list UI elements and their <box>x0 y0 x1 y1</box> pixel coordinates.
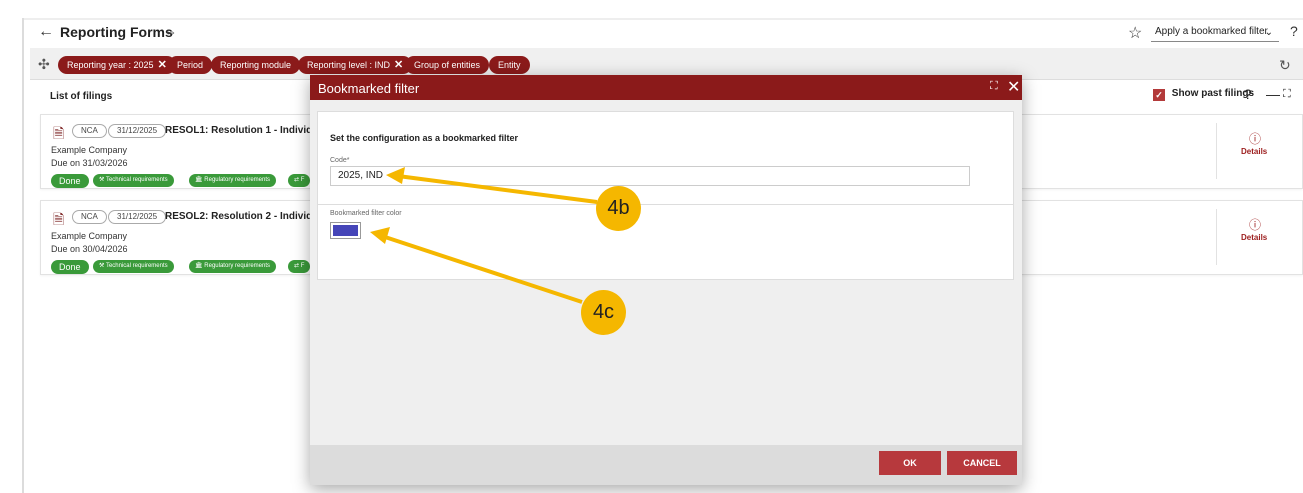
arrowhead-icon <box>370 227 390 244</box>
annotation-arrows <box>370 167 598 304</box>
annotation-arrow <box>397 174 598 204</box>
annotation-callout-4c: 4c <box>581 290 626 335</box>
arrowhead-icon <box>386 167 405 184</box>
page: ← Reporting Forms ⇔ ☆ Apply a bookmarked… <box>0 0 1303 493</box>
annotation-callout-4b: 4b <box>596 186 641 231</box>
annotation-arrow <box>381 234 583 304</box>
